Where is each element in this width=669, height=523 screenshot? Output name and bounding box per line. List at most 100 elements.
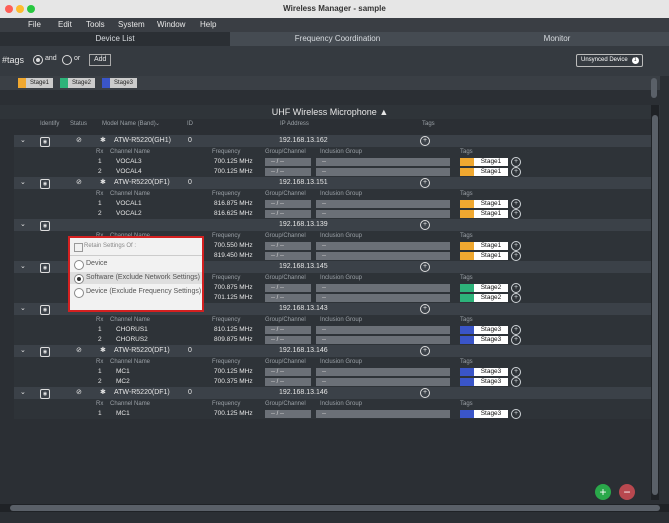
- channel-row[interactable]: 1 MC1 700.125 MHz -- / -- -- Stage3 +: [14, 409, 655, 419]
- inclusion-group-field[interactable]: --: [316, 168, 450, 176]
- vertical-scroll-thumb[interactable]: [652, 115, 658, 495]
- tab-monitor[interactable]: Monitor: [445, 32, 669, 46]
- channel-row[interactable]: 2 VOCAL4 700.125 MHz -- / -- -- Stage1 +: [14, 167, 655, 177]
- radio-device-exclude-freq[interactable]: [74, 288, 84, 298]
- channel-tag[interactable]: Stage3: [460, 378, 508, 386]
- chevron-down-icon[interactable]: ⌄: [20, 261, 26, 273]
- identify-icon[interactable]: ◉: [40, 389, 50, 399]
- add-tag-icon[interactable]: +: [511, 293, 521, 303]
- checkbox-icon[interactable]: [74, 243, 83, 252]
- or-radio[interactable]: [62, 55, 72, 65]
- inclusion-group-field[interactable]: --: [316, 242, 450, 250]
- group-channel-field[interactable]: -- / --: [265, 378, 311, 386]
- channel-tag[interactable]: Stage1: [460, 200, 508, 208]
- group-channel-field[interactable]: -- / --: [265, 210, 311, 218]
- inclusion-group-field[interactable]: --: [316, 158, 450, 166]
- horizontal-scrollbar[interactable]: [0, 504, 669, 512]
- group-channel-field[interactable]: -- / --: [265, 242, 311, 250]
- identify-icon[interactable]: ◉: [40, 305, 50, 315]
- menu-window[interactable]: Window: [157, 20, 185, 29]
- inclusion-group-field[interactable]: --: [316, 336, 450, 344]
- inclusion-group-field[interactable]: --: [316, 326, 450, 334]
- col-status[interactable]: Status: [70, 119, 87, 130]
- channel-tag[interactable]: Stage1: [460, 242, 508, 250]
- identify-icon[interactable]: ◉: [40, 263, 50, 273]
- remove-device-button[interactable]: −: [619, 484, 635, 500]
- section-header[interactable]: UHF Wireless Microphone ▲: [0, 105, 660, 119]
- group-channel-field[interactable]: -- / --: [265, 252, 311, 260]
- channel-tag[interactable]: Stage3: [460, 326, 508, 334]
- inclusion-group-field[interactable]: --: [316, 294, 450, 302]
- device-row[interactable]: ⌄ ◉ ⊘ ✱ ATW-R5220(DF1) 0 192.168.13.146 …: [14, 387, 655, 399]
- chevron-down-icon[interactable]: ⌄: [20, 387, 26, 399]
- group-channel-field[interactable]: -- / --: [265, 336, 311, 344]
- option-device-exclude-freq[interactable]: Device (Exclude Frequency Settings): [70, 286, 202, 298]
- group-channel-field[interactable]: -- / --: [265, 284, 311, 292]
- channel-row[interactable]: 2 VOCAL2 816.625 MHz -- / -- -- Stage1 +: [14, 209, 655, 219]
- device-row[interactable]: ⌄ ◉ ⊘ ✱ ATW-R5220(GH1) 0 192.168.13.162 …: [14, 135, 655, 147]
- channel-row[interactable]: 2 MC2 700.375 MHz -- / -- -- Stage3 +: [14, 377, 655, 387]
- inclusion-group-field[interactable]: --: [316, 200, 450, 208]
- identify-icon[interactable]: ◉: [40, 221, 50, 231]
- menu-system[interactable]: System: [118, 20, 145, 29]
- gear-icon[interactable]: ✱: [100, 387, 106, 399]
- col-tags[interactable]: Tags: [422, 119, 435, 130]
- chevron-down-icon[interactable]: ⌄: [20, 345, 26, 357]
- add-tag-icon[interactable]: +: [511, 335, 521, 345]
- menu-help[interactable]: Help: [200, 20, 216, 29]
- channel-tag[interactable]: Stage2: [460, 284, 508, 292]
- tags-scrollbar[interactable]: [651, 78, 657, 98]
- option-device[interactable]: Device: [70, 258, 202, 270]
- identify-icon[interactable]: ◉: [40, 179, 50, 189]
- add-tag-icon[interactable]: +: [511, 377, 521, 387]
- channel-tag[interactable]: Stage1: [460, 168, 508, 176]
- menu-edit[interactable]: Edit: [58, 20, 72, 29]
- channel-tag[interactable]: Stage3: [460, 336, 508, 344]
- channel-row[interactable]: 1 MC1 700.125 MHz -- / -- -- Stage3 +: [14, 367, 655, 377]
- chevron-down-icon[interactable]: ⌄: [20, 303, 26, 315]
- add-device-button[interactable]: +: [595, 484, 611, 500]
- chevron-up-icon[interactable]: ▲: [379, 107, 388, 117]
- channel-tag[interactable]: Stage1: [460, 158, 508, 166]
- identify-icon[interactable]: ◉: [40, 137, 50, 147]
- add-tag-icon[interactable]: +: [420, 304, 430, 314]
- inclusion-group-field[interactable]: --: [316, 378, 450, 386]
- identify-icon[interactable]: ◉: [40, 347, 50, 357]
- add-tag-icon[interactable]: +: [511, 251, 521, 261]
- add-tag-button[interactable]: Add: [89, 54, 112, 66]
- channel-tag[interactable]: Stage3: [460, 410, 508, 418]
- add-tag-icon[interactable]: +: [511, 157, 521, 167]
- add-tag-icon[interactable]: +: [420, 178, 430, 188]
- add-tag-icon[interactable]: +: [511, 241, 521, 251]
- inclusion-group-field[interactable]: --: [316, 252, 450, 260]
- group-channel-field[interactable]: -- / --: [265, 200, 311, 208]
- menu-file[interactable]: File: [28, 20, 41, 29]
- col-identify[interactable]: Identify: [40, 119, 59, 130]
- horizontal-scroll-thumb[interactable]: [10, 505, 660, 511]
- chevron-down-icon[interactable]: ⌄: [20, 177, 26, 189]
- add-tag-icon[interactable]: +: [420, 346, 430, 356]
- and-radio[interactable]: [33, 55, 43, 65]
- add-tag-icon[interactable]: +: [511, 325, 521, 335]
- channel-tag[interactable]: Stage1: [460, 252, 508, 260]
- device-row[interactable]: ⌄ ◉ 192.168.13.139 +: [14, 219, 655, 231]
- col-id[interactable]: ID: [187, 119, 193, 130]
- vertical-scrollbar[interactable]: [651, 105, 659, 500]
- chevron-down-icon[interactable]: ⌄: [20, 135, 26, 147]
- group-channel-field[interactable]: -- / --: [265, 294, 311, 302]
- radio-device[interactable]: [74, 260, 84, 270]
- channel-tag[interactable]: Stage2: [460, 294, 508, 302]
- channel-row[interactable]: 1 CHORUS1 810.125 MHz -- / -- -- Stage3 …: [14, 325, 655, 335]
- gear-icon[interactable]: ✱: [100, 177, 106, 189]
- gear-icon[interactable]: ✱: [100, 135, 106, 147]
- add-tag-icon[interactable]: +: [420, 220, 430, 230]
- tab-frequency-coordination[interactable]: Frequency Coordination: [230, 32, 445, 46]
- add-tag-icon[interactable]: +: [511, 409, 521, 419]
- gear-icon[interactable]: ✱: [100, 345, 106, 357]
- add-tag-icon[interactable]: +: [420, 388, 430, 398]
- add-tag-icon[interactable]: +: [511, 199, 521, 209]
- add-tag-icon[interactable]: +: [511, 283, 521, 293]
- group-channel-field[interactable]: -- / --: [265, 158, 311, 166]
- device-row[interactable]: ⌄ ◉ ⊘ ✱ ATW-R5220(DF1) 0 192.168.13.146 …: [14, 345, 655, 357]
- inclusion-group-field[interactable]: --: [316, 284, 450, 292]
